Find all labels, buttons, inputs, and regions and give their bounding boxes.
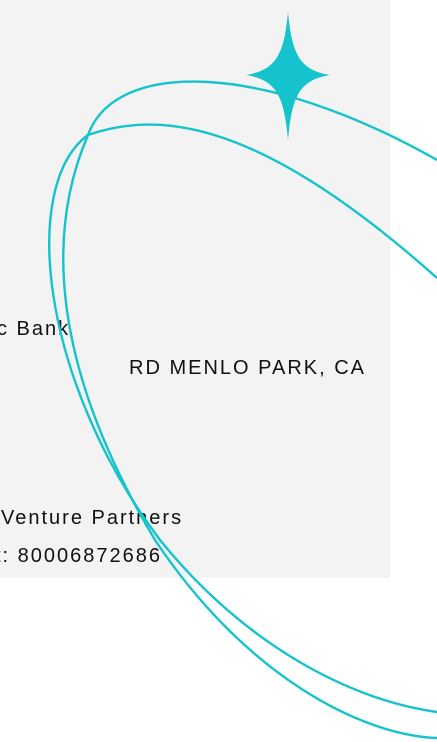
bank-address-text: RD MENLO PARK, CA	[129, 357, 366, 379]
account-name-text: Venture Partners	[1, 507, 184, 529]
bank-name-text: c Bank	[0, 318, 71, 340]
info-panel	[0, 0, 390, 578]
document-page: c Bank RD MENLO PARK, CA Venture Partner…	[0, 0, 437, 742]
account-number-text: t: 80006872686	[0, 545, 163, 567]
